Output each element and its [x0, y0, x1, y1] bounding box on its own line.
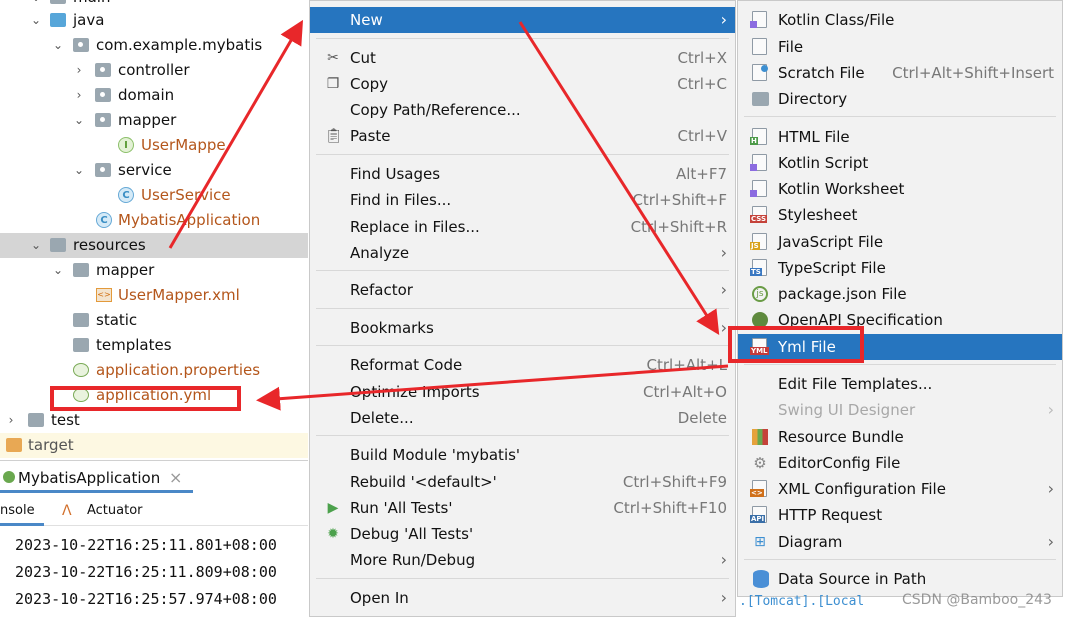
- annotation-arrow-to-yml: [518, 21, 720, 336]
- annotation-arrows: [168, 19, 729, 411]
- annotation-arrow-to-new: [168, 19, 304, 249]
- annotation-arrow-to-app-yml: [256, 364, 729, 411]
